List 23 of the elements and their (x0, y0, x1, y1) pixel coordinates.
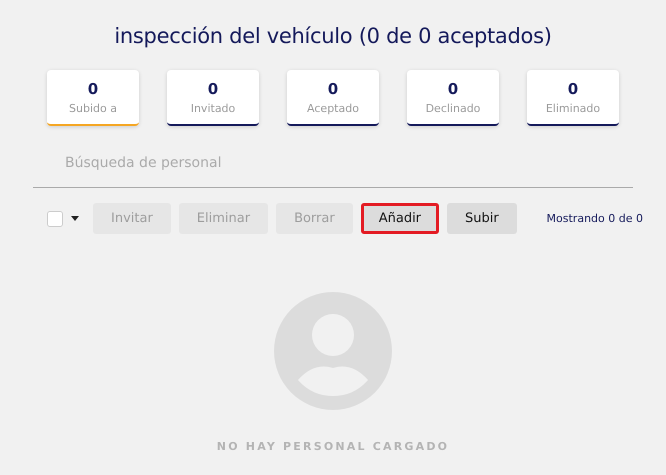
status-label: Eliminado (546, 102, 600, 114)
showing-count: Mostrando 0 de 0 (546, 212, 643, 225)
status-label: Subido a (69, 102, 117, 114)
status-count: 0 (328, 80, 338, 98)
select-all-checkbox[interactable] (47, 210, 63, 226)
status-count: 0 (448, 80, 458, 98)
page-title: inspección del vehículo (0 de 0 aceptados) (114, 24, 552, 48)
status-count: 0 (568, 80, 578, 98)
action-button[interactable]: Añadir (360, 203, 440, 234)
empty-message: NO HAY PERSONAL CARGADO (216, 440, 450, 453)
action-button[interactable]: Subir (447, 203, 517, 234)
search-field[interactable]: Búsqueda de personal (33, 142, 633, 188)
caret-icon[interactable] (71, 216, 79, 221)
status-label: Aceptado (307, 102, 359, 114)
status-tab[interactable]: 0 Subido a (47, 70, 139, 126)
status-tab[interactable]: 0 Eliminado (527, 70, 619, 126)
status-label: Declinado (426, 102, 480, 114)
status-tab[interactable]: 0 Aceptado (287, 70, 379, 126)
status-label: Invitado (190, 102, 236, 114)
status-tab[interactable]: 0 Declinado (407, 70, 499, 126)
status-count: 0 (208, 80, 218, 98)
status-count: 0 (88, 80, 98, 98)
status-tab[interactable]: 0 Invitado (167, 70, 259, 126)
